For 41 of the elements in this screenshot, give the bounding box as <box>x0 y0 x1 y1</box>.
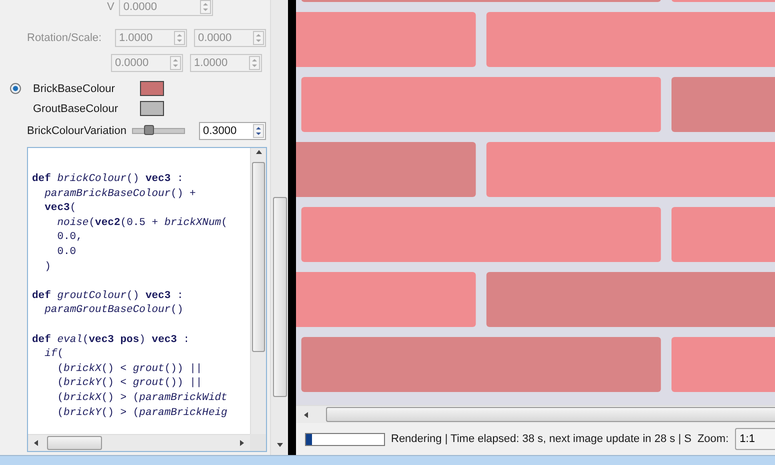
code-line: def eval(vec3 pos) vec3 : <box>32 332 191 348</box>
code-editor[interactable] <box>27 147 267 452</box>
status-message: Rendering | Time elapsed: 38 s, next image update in 28 s | S <box>391 433 692 445</box>
scroll-down-icon[interactable] <box>276 441 284 449</box>
code-line: 0.0, <box>56 230 84 245</box>
slider[interactable] <box>132 128 185 134</box>
scroll-left-icon[interactable] <box>32 439 40 447</box>
scrollbar-thumb[interactable] <box>47 436 102 450</box>
code-line: paramGroutBaseColour() <box>44 303 184 318</box>
zoom-dropdown[interactable]: 1:1 <box>734 428 775 450</box>
code-line: noise(vec2(0.5 + brickXNum( <box>56 216 228 230</box>
code-line: (brickY() > (paramBrickHeig <box>56 406 228 420</box>
scroll-right-icon[interactable] <box>238 439 246 447</box>
rotation-scale-label: Rotation/Scale: <box>27 32 103 44</box>
code-line: (brickX() < grout()) || <box>56 362 204 376</box>
slider-thumb[interactable] <box>144 125 154 135</box>
parameter-label: BrickBaseColour <box>33 82 116 94</box>
v-label: V <box>107 1 114 13</box>
colour-swatch[interactable] <box>140 101 164 116</box>
code-line: 0.0 <box>56 244 78 260</box>
number-field[interactable]: 0.3000 <box>199 122 266 140</box>
code-line: if( <box>44 347 65 362</box>
scrollbar-thumb[interactable] <box>272 197 286 397</box>
spin-arrows-icon[interactable] <box>253 124 264 138</box>
code-line: paramBrickBaseColour() + <box>44 186 197 202</box>
parameter-label: BrickColourVariation <box>27 125 126 137</box>
radio-button[interactable] <box>10 83 21 94</box>
scroll-left-icon[interactable] <box>302 410 310 418</box>
code-line: (brickX() > (paramBrickWidt <box>56 390 228 406</box>
code-line: def groutColour() vec3 : <box>32 288 184 304</box>
scrollbar-thumb[interactable] <box>252 162 265 352</box>
code-line: (brickY() < grout()) || <box>56 376 204 391</box>
colour-swatch[interactable] <box>140 81 164 96</box>
zoom-label: Zoom: <box>697 433 729 445</box>
code-line: vec3( <box>44 201 78 216</box>
scrollbar-thumb[interactable] <box>326 407 775 422</box>
scrollbar-corner <box>250 434 266 451</box>
code-line: def brickColour() vec3 : <box>32 172 184 187</box>
parameter-label: GroutBaseColour <box>33 102 119 114</box>
scroll-up-icon[interactable] <box>254 148 262 156</box>
code-line: ) <box>44 260 52 274</box>
